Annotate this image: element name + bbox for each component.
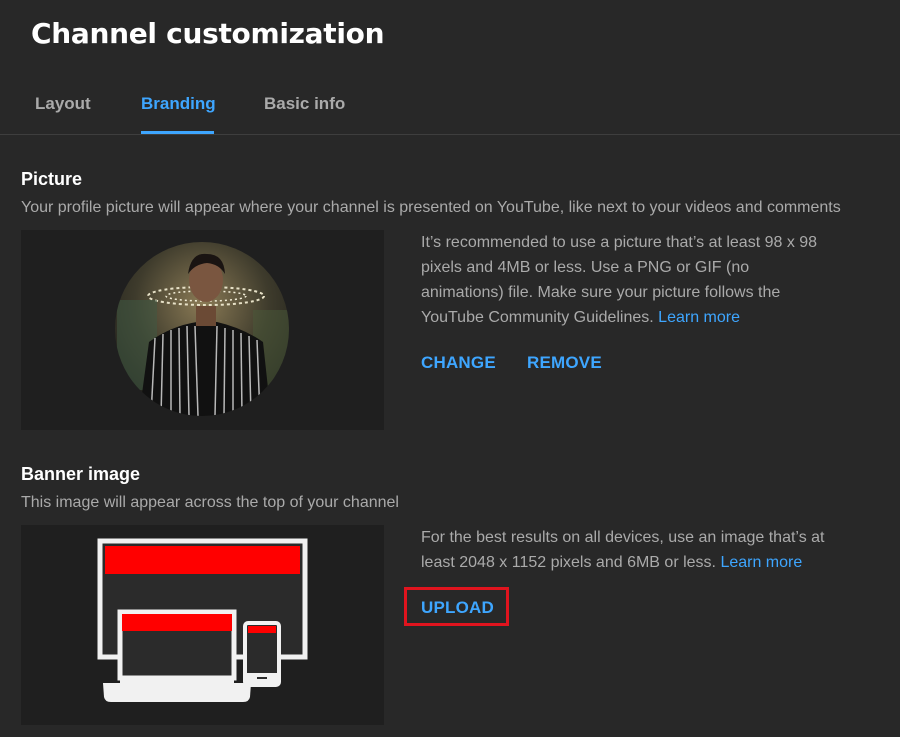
banner-image-preview: [21, 525, 384, 725]
tab-bar: Layout Branding Basic info: [0, 80, 900, 135]
picture-guidelines-body: It’s recommended to use a picture that’s…: [421, 234, 818, 326]
banner-section-title: Banner image: [21, 464, 141, 484]
banner-learn-more-link[interactable]: Learn more: [720, 554, 802, 571]
banner-section-description: This image will appear across the top of…: [21, 494, 399, 511]
active-tab-indicator: [141, 131, 214, 134]
picture-section-description: Your profile picture will appear where y…: [21, 199, 841, 216]
picture-guidelines-text: It’s recommended to use a picture that’s…: [421, 230, 831, 330]
banner-guidelines-text: For the best results on all devices, use…: [421, 525, 841, 575]
tab-branding[interactable]: Branding: [141, 94, 216, 114]
page-title: Channel customization: [31, 17, 385, 50]
profile-picture-preview: [21, 230, 384, 430]
remove-picture-button[interactable]: REMOVE: [527, 353, 602, 373]
change-picture-button[interactable]: CHANGE: [421, 353, 496, 373]
picture-section-title: Picture: [21, 169, 83, 189]
upload-banner-button[interactable]: UPLOAD: [421, 598, 494, 618]
tab-basic-info[interactable]: Basic info: [264, 94, 345, 114]
picture-learn-more-link[interactable]: Learn more: [658, 309, 740, 326]
tab-layout[interactable]: Layout: [35, 94, 91, 114]
profile-photo-avatar: [115, 242, 289, 416]
devices-banner-icon: [97, 538, 308, 702]
